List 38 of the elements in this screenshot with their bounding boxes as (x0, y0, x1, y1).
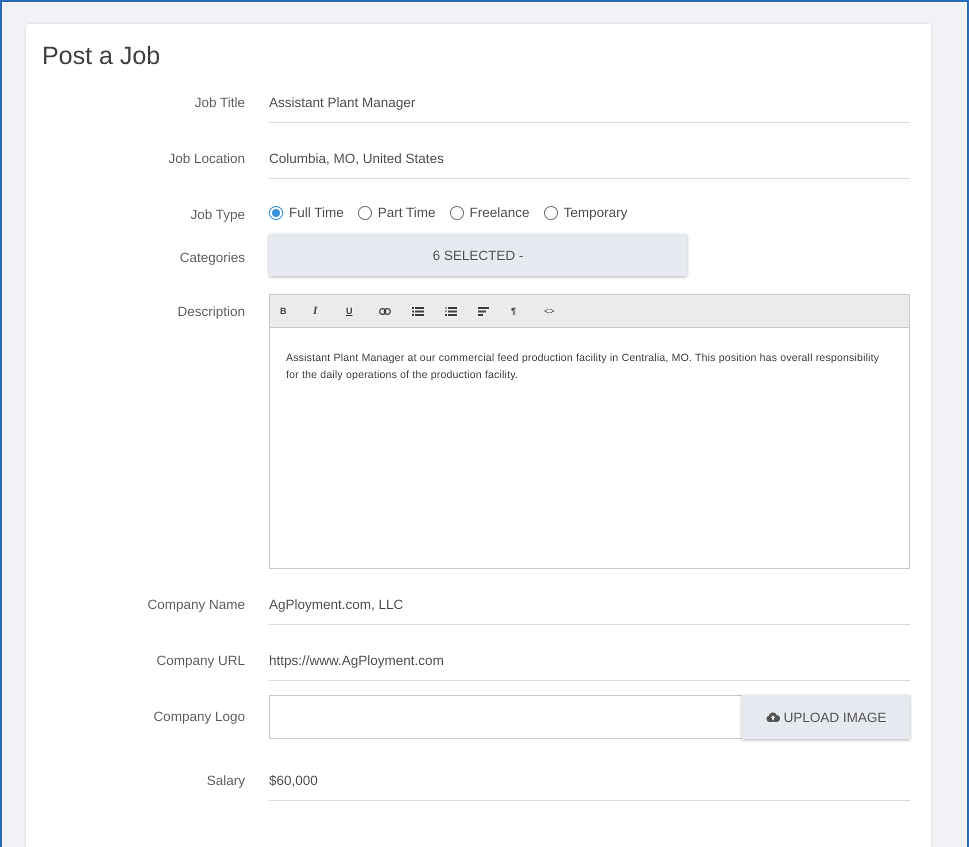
link-icon (379, 308, 391, 314)
text-field[interactable]: AgPloyment.com, LLC (269, 587, 910, 625)
radio-option[interactable]: Freelance (450, 205, 530, 220)
radio-button[interactable] (450, 206, 464, 220)
field-label: Description (177, 303, 245, 319)
field-label: Categories (180, 249, 245, 265)
underline-button[interactable]: U (346, 301, 379, 321)
rich-text-editor[interactable]: B I U ¶ <> Assistant Plant Manager at our commercial feed production facility in Centralia, MO. This position has overall responsibility for the daily operations of the production facility. (269, 294, 910, 569)
description-text: Assistant Plant Manager at our commercial feed production facility in Centralia, MO. This position has overall responsibility for the daily operations of the production facility. (286, 352, 880, 381)
text-field[interactable]: Assistant Plant Manager (269, 85, 910, 123)
dropdown-button[interactable]: 6 SELECTED - (269, 234, 687, 276)
text-field[interactable]: Columbia, MO, United States (269, 141, 910, 179)
field-label: Salary (206, 772, 245, 788)
radio-button[interactable] (269, 206, 283, 220)
radio-option[interactable]: Temporary (544, 205, 628, 220)
radio-option[interactable]: Part Time (358, 205, 436, 220)
paragraph-button[interactable]: ¶ (511, 301, 544, 321)
bold-button[interactable]: B (280, 301, 313, 321)
radio-option[interactable]: Full Time (269, 205, 344, 220)
field-label: Job Location (168, 150, 245, 166)
field-label: Company Name (147, 596, 245, 612)
cloud-upload-icon (766, 712, 780, 722)
italic-button[interactable]: I (313, 301, 346, 321)
page-title: Post a Job (42, 42, 160, 71)
input-field[interactable] (269, 695, 742, 739)
field-label: Job Title (194, 94, 245, 110)
field-label: Company Logo (153, 708, 245, 724)
text-field[interactable]: $60,000 (269, 763, 910, 801)
code-button[interactable]: <> (544, 301, 577, 321)
radio-button[interactable] (544, 206, 558, 220)
upload-button[interactable]: UPLOAD IMAGE (742, 695, 910, 739)
field-label: Job Type (190, 206, 245, 222)
radio-button[interactable] (358, 206, 372, 220)
field-label: Company URL (156, 652, 245, 668)
text-field[interactable]: https://www.AgPloyment.com (269, 643, 910, 681)
numbered-list-icon (445, 306, 457, 316)
align-left-icon (478, 306, 489, 316)
bulleted-list-icon (412, 306, 424, 316)
